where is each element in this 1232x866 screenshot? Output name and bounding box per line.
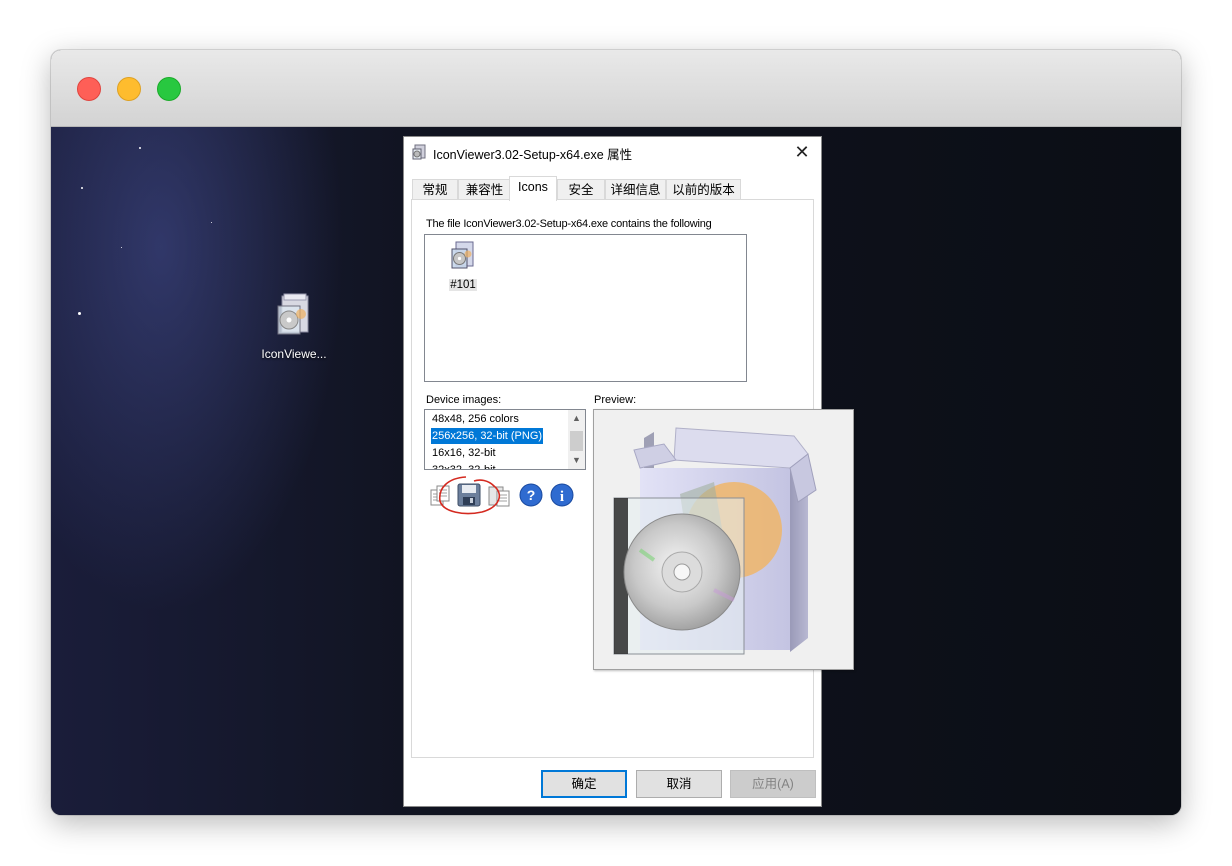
list-item-selected[interactable]: 256x256, 32-bit (PNG) [429,427,545,445]
star [121,247,122,248]
close-icon[interactable]: ✕ [791,141,813,163]
svg-text:i: i [560,489,564,505]
cancel-button[interactable]: 取消 [636,770,722,798]
dialog-titlebar: IconViewer3.02-Setup-x64.exe 属性 ✕ [404,137,821,167]
tab-general[interactable]: 常规 [412,179,458,200]
app-icon [412,144,426,160]
apply-button[interactable]: 应用(A) [730,770,816,798]
contains-label: The file IconViewer3.02-Setup-x64.exe co… [426,218,712,230]
preview-image [593,409,854,670]
preview-label: Preview: [594,394,637,406]
icon-entry-label: #101 [449,279,477,291]
desktop-file-icon[interactable]: IconViewe... [251,292,337,361]
desktop-icon-label: IconViewe... [261,347,327,361]
tab-compatibility[interactable]: 兼容性 [458,179,511,200]
icon-list[interactable]: #101 [424,234,747,382]
zoom-window-button[interactable] [157,77,181,101]
scroll-up-icon[interactable]: ▲ [568,410,585,427]
tab-icons[interactable]: Icons [509,176,557,201]
installer-box-icon [613,427,817,655]
window-titlebar [51,50,1181,127]
info-icon[interactable]: i [549,482,575,508]
scroll-down-icon[interactable]: ▼ [568,452,585,469]
ok-button[interactable]: 确定 [541,770,627,798]
star [78,312,81,315]
device-images-list[interactable]: 48x48, 256 colors 256x256, 32-bit (PNG) … [424,409,586,470]
list-item[interactable]: 32x32, 32-bit [431,462,497,469]
minimize-window-button[interactable] [117,77,141,101]
list-item[interactable]: 48x48, 256 colors [431,411,520,427]
help-icon[interactable]: ? [518,482,544,508]
scrollbar-thumb[interactable] [570,431,583,451]
star [139,147,141,149]
tab-details[interactable]: 详细信息 [605,179,666,200]
tab-security[interactable]: 安全 [557,179,605,200]
tab-previous-versions[interactable]: 以前的版本 [666,179,741,200]
installer-box-icon [277,293,309,335]
list-item[interactable]: 16x16, 32-bit [431,445,497,461]
installer-box-icon [451,241,474,269]
icon-entry[interactable]: #101 [447,240,479,293]
star [211,222,212,223]
list-scrollbar[interactable]: ▲ ▼ [568,410,585,469]
svg-text:?: ? [527,487,536,503]
device-images-label: Device images: [426,394,502,406]
star [81,187,83,189]
annotation-circle [439,476,501,515]
close-window-button[interactable] [77,77,101,101]
dialog-title: IconViewer3.02-Setup-x64.exe 属性 [433,148,633,162]
